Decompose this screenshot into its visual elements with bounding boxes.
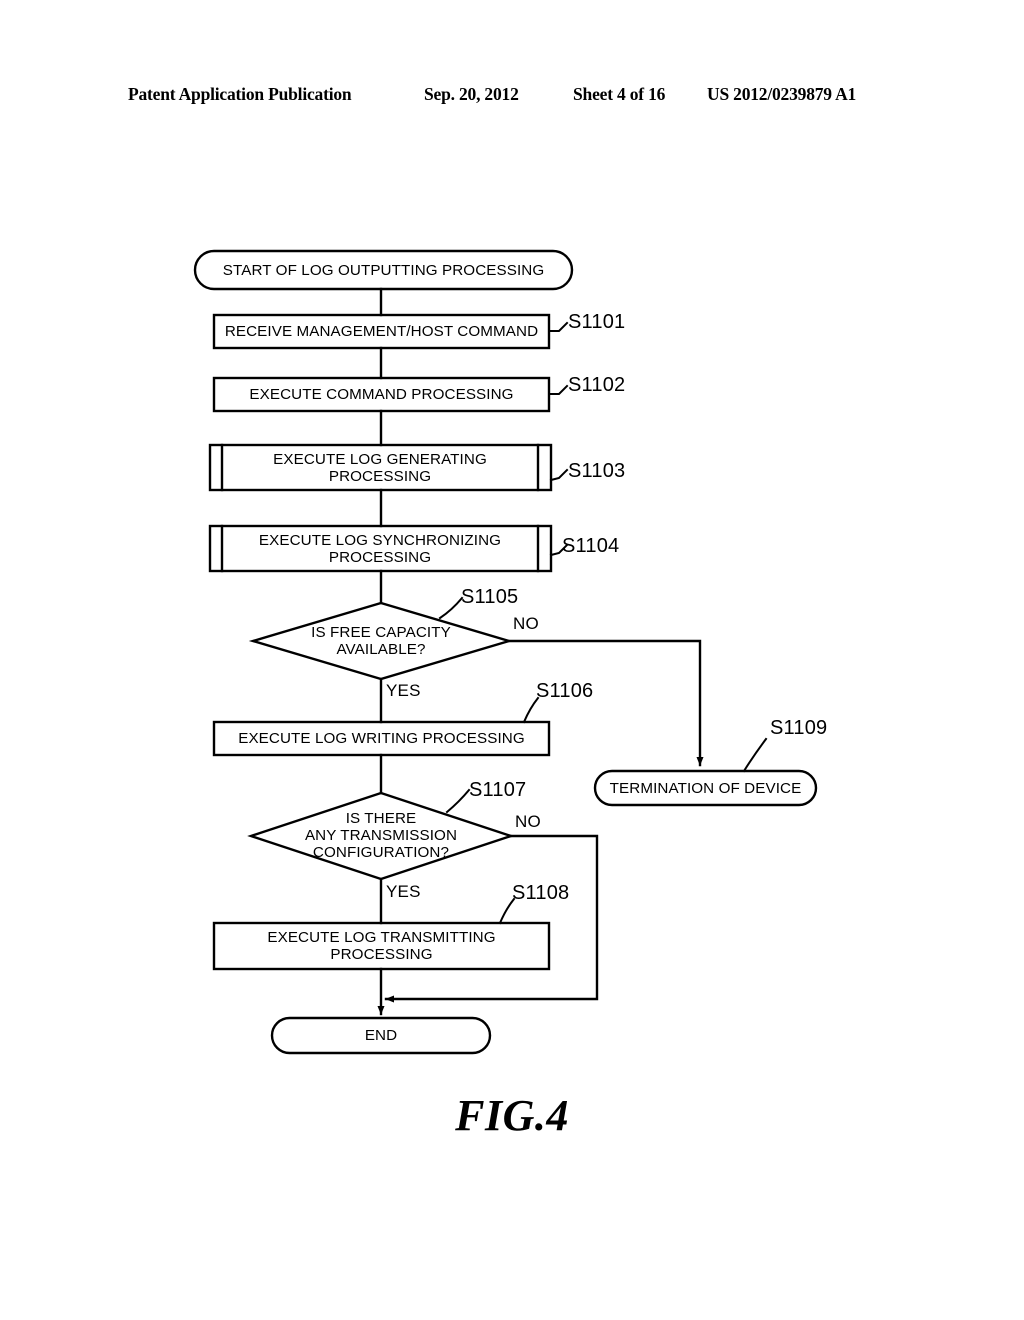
- node-start-shape: [193, 249, 574, 291]
- step-label-s1108: S1108: [512, 882, 570, 904]
- branch-label-free-capacity-no: NO: [513, 614, 539, 633]
- leader-s1102: [548, 384, 569, 395]
- node-log-generating-shape: [208, 443, 553, 492]
- connector-transmission-no-to-end: [384, 834, 599, 1003]
- branch-label-transmission-no: NO: [515, 812, 541, 831]
- step-label-s1106: S1106: [536, 680, 594, 702]
- leader-s1109: [742, 737, 768, 773]
- node-log-synchronizing-shape: [208, 524, 553, 573]
- node-free-capacity-decision-shape: [248, 601, 514, 681]
- leader-s1107: [445, 788, 471, 814]
- step-label-s1101: S1101: [568, 311, 626, 333]
- node-end-shape: [270, 1016, 492, 1055]
- node-receive-command-shape: [212, 313, 551, 350]
- leader-s1105: [438, 596, 464, 620]
- step-label-s1109: S1109: [770, 717, 828, 739]
- branch-label-free-capacity-yes: YES: [386, 681, 421, 700]
- step-label-s1104: S1104: [562, 535, 620, 557]
- node-log-transmitting-shape: [212, 921, 551, 971]
- node-termination-shape: [593, 769, 818, 807]
- branch-label-transmission-yes: YES: [386, 882, 421, 901]
- leader-s1101: [548, 321, 569, 332]
- step-label-s1103: S1103: [568, 460, 626, 482]
- step-label-s1102: S1102: [568, 374, 626, 396]
- node-log-writing-shape: [212, 720, 551, 757]
- node-execute-command-shape: [212, 376, 551, 413]
- step-label-s1107: S1107: [469, 779, 527, 801]
- flowchart-figure: START OF LOG OUTPUTTING PROCESSING RECEI…: [0, 0, 1024, 1320]
- leader-s1103: [549, 468, 569, 482]
- step-label-s1105: S1105: [461, 586, 519, 608]
- figure-caption: FIG.4: [455, 1091, 569, 1140]
- connector-free-capacity-no-to-termination: [507, 639, 704, 767]
- node-transmission-config-decision-shape: [247, 791, 515, 881]
